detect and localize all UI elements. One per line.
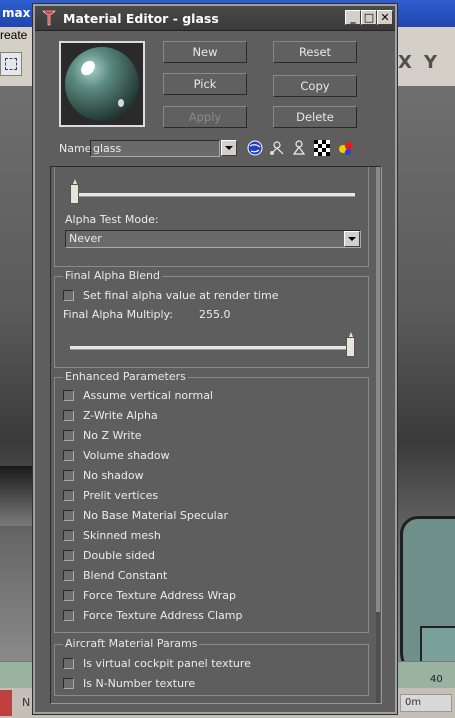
no-base-material-specular-checkbox[interactable] [63, 510, 74, 521]
material-preview[interactable] [59, 41, 145, 127]
enhanced-parameters-group: Enhanced Parameters Assume vertical norm… [54, 370, 369, 633]
apply-button[interactable]: Apply [163, 106, 247, 128]
no-z-write-checkbox[interactable] [63, 430, 74, 441]
maximize-button[interactable]: □ [361, 10, 377, 25]
material-tree-icon[interactable] [290, 139, 308, 157]
enhanced-item-label: Force Texture Address Clamp [83, 609, 243, 622]
panel-scrollbar[interactable] [376, 167, 380, 612]
enhanced-item-label: No Z Write [83, 429, 142, 442]
alpha-test-dropdown-button[interactable] [344, 231, 360, 247]
enhanced-item-label: Volume shadow [83, 449, 170, 462]
alpha-test-slider-track[interactable] [75, 193, 355, 197]
window-title: Material Editor - glass [63, 11, 219, 26]
frame-field[interactable]: 0m [400, 694, 452, 712]
no-shadow-checkbox[interactable] [63, 470, 74, 481]
axis-x-button[interactable]: X [398, 52, 412, 73]
material-editor-icon [42, 10, 56, 26]
material-sphere-icon [61, 43, 143, 125]
delete-button[interactable]: Delete [273, 106, 357, 128]
alpha-test-group: Alpha Test Mode: Never [54, 167, 369, 267]
set-final-alpha-label: Set final alpha value at render time [83, 289, 279, 302]
minimize-button[interactable]: _ [345, 10, 361, 25]
select-region-icon[interactable] [0, 52, 22, 76]
name-dropdown-button[interactable] [221, 140, 237, 156]
force-texture-clamp-checkbox[interactable] [63, 610, 74, 621]
name-input[interactable]: glass [90, 140, 220, 157]
enhanced-item-label: Prelit vertices [83, 489, 159, 502]
n-number-checkbox[interactable] [63, 678, 74, 689]
assume-vertical-normal-checkbox[interactable] [63, 390, 74, 401]
name-label: Name [59, 142, 92, 155]
prelit-vertices-checkbox[interactable] [63, 490, 74, 501]
enhanced-item-label: No shadow [83, 469, 144, 482]
enhanced-parameters-title: Enhanced Parameters [63, 370, 188, 383]
enhanced-item-label: Assume vertical normal [83, 389, 213, 402]
enhanced-item-label: No Base Material Specular [83, 509, 228, 522]
color-balls-icon[interactable] [337, 139, 355, 157]
frame-field-value: 0m [405, 697, 422, 708]
timeline-number: 40 [430, 674, 443, 685]
material-map-icon[interactable] [268, 139, 286, 157]
double-sided-checkbox[interactable] [63, 550, 74, 561]
final-alpha-multiply-label: Final Alpha Multiply: [63, 308, 173, 321]
menu-create[interactable]: reate [0, 28, 27, 42]
globe-icon[interactable] [246, 139, 264, 157]
material-editor-window: Material Editor - glass _ □ ✕ New Reset … [33, 4, 397, 714]
force-texture-wrap-checkbox[interactable] [63, 590, 74, 601]
axis-y-button[interactable]: Y [424, 52, 437, 73]
z-write-alpha-checkbox[interactable] [63, 410, 74, 421]
alpha-test-label: Alpha Test Mode: [65, 213, 159, 226]
final-alpha-multiply-value: 255.0 [199, 308, 231, 321]
blend-constant-checkbox[interactable] [63, 570, 74, 581]
final-alpha-slider-track[interactable] [70, 346, 350, 350]
status-text: N [22, 696, 31, 709]
pick-button[interactable]: Pick [163, 73, 247, 95]
status-indicator [0, 690, 12, 716]
checker-background-icon[interactable] [313, 139, 331, 157]
final-alpha-blend-title: Final Alpha Blend [63, 269, 162, 282]
volume-shadow-checkbox[interactable] [63, 450, 74, 461]
aircraft-material-params-group: Aircraft Material Params Is virtual cock… [54, 637, 369, 696]
close-button[interactable]: ✕ [377, 10, 393, 25]
aircraft-material-params-title: Aircraft Material Params [63, 637, 200, 650]
final-alpha-blend-group: Final Alpha Blend Set final alpha value … [54, 269, 369, 368]
reset-button[interactable]: Reset [273, 41, 357, 63]
new-button[interactable]: New [163, 41, 247, 63]
enhanced-item-label: Z-Write Alpha [83, 409, 158, 422]
set-final-alpha-checkbox[interactable] [63, 290, 74, 301]
copy-button[interactable]: Copy [273, 75, 357, 97]
final-alpha-slider-thumb[interactable] [346, 332, 355, 357]
enhanced-item-label: Double sided [83, 549, 155, 562]
enhanced-item-label: Skinned mesh [83, 529, 161, 542]
window-titlebar[interactable]: Material Editor - glass _ □ ✕ [35, 6, 395, 31]
enhanced-item-label: Blend Constant [83, 569, 168, 582]
aircraft-item-label: Is N-Number texture [83, 677, 196, 690]
aircraft-item-label: Is virtual cockpit panel texture [83, 657, 251, 670]
enhanced-item-label: Force Texture Address Wrap [83, 589, 236, 602]
alpha-test-slider-thumb[interactable] [70, 179, 79, 204]
skinned-mesh-checkbox[interactable] [63, 530, 74, 541]
virtual-cockpit-checkbox[interactable] [63, 658, 74, 669]
parameters-panel[interactable]: Alpha Test Mode: Never Final Alpha Blend… [50, 166, 382, 704]
alpha-test-select[interactable]: Never [65, 230, 361, 248]
